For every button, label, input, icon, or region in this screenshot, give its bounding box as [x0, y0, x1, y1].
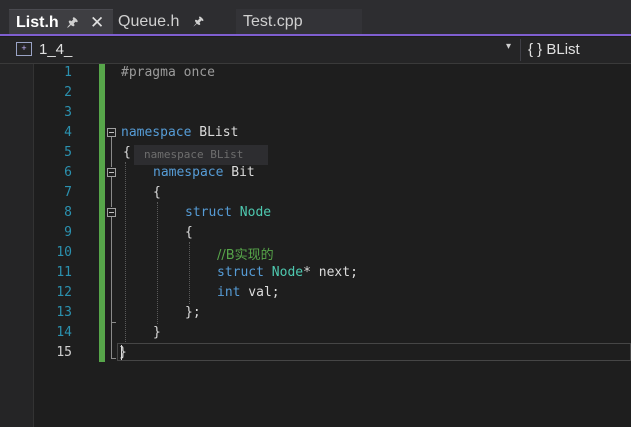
change-tracking-bar — [99, 64, 105, 362]
tab-label: Test.cpp — [243, 13, 303, 30]
divider — [520, 39, 521, 61]
keyword: namespace — [153, 165, 224, 180]
line-number: 2 — [64, 85, 72, 100]
identifier: Bit — [223, 165, 255, 180]
code-line-9: { — [185, 225, 193, 240]
identifier: val; — [240, 285, 280, 300]
code-line-12: int val; — [217, 285, 280, 300]
navigation-bar: + 1_4_ ▾ { } BList — [0, 37, 631, 64]
code-line-7: { — [153, 185, 161, 200]
outline-line — [111, 137, 112, 167]
outline-line — [111, 219, 112, 339]
project-icon: + — [16, 42, 32, 56]
code-line-10: //B实现的 — [217, 248, 274, 263]
code-line-1: #pragma once — [121, 65, 215, 80]
outline-line — [111, 177, 112, 207]
indicator-margin — [0, 64, 34, 427]
tab-test-cpp[interactable]: Test.cpp — [236, 9, 362, 34]
line-number: 3 — [64, 105, 72, 120]
outline-end — [111, 322, 116, 323]
tab-label: List.h — [16, 14, 59, 31]
line-number: 10 — [56, 245, 72, 260]
line-number: 7 — [64, 185, 72, 200]
outline-line — [111, 339, 112, 359]
project-dropdown[interactable]: 1_4_ — [39, 41, 72, 58]
line-number: 4 — [64, 125, 72, 140]
keyword: struct — [185, 205, 232, 220]
indent-guide — [157, 202, 158, 324]
line-number: 6 — [64, 165, 72, 180]
collapse-icon[interactable] — [107, 208, 116, 217]
line-number: 13 — [56, 305, 72, 320]
code-line-13: }; — [185, 305, 201, 320]
collapse-icon[interactable] — [107, 128, 116, 137]
line-number: 1 — [64, 65, 72, 80]
type-name: Node — [231, 205, 272, 220]
identifier: * next; — [303, 265, 358, 280]
line-number: 14 — [56, 325, 72, 340]
keyword: namespace — [121, 125, 192, 140]
code-line-6: namespace Bit — [153, 165, 255, 180]
code-line-4: namespace BList — [121, 125, 238, 140]
line-number: 11 — [56, 265, 72, 280]
document-tab-bar: List.h 🖈 ✕ Queue.h 🖈 Test.cpp — [0, 0, 631, 36]
type-name: Node — [263, 265, 304, 280]
current-line-highlight — [117, 343, 631, 361]
pin-icon[interactable]: 🖈 — [193, 9, 204, 34]
identifier: BList — [191, 125, 239, 140]
line-number: 9 — [64, 225, 72, 240]
outline-end — [111, 358, 116, 359]
code-line-5: { — [123, 145, 131, 160]
keyword: struct — [217, 265, 264, 280]
code-line-11: struct Node* next; — [217, 265, 358, 280]
scope-dropdown[interactable]: { } BList — [528, 41, 580, 58]
indent-guide — [189, 242, 190, 304]
tab-label: Queue.h — [118, 13, 180, 30]
tab-queue-h[interactable]: Queue.h 🖈 — [113, 9, 231, 34]
code-line-8: struct Node — [185, 205, 271, 220]
text-caret — [121, 345, 122, 360]
tab-list-h[interactable]: List.h 🖈 ✕ — [9, 9, 113, 34]
line-number: 8 — [64, 205, 72, 220]
chevron-down-icon[interactable]: ▾ — [506, 41, 511, 52]
line-number: 15 — [56, 345, 72, 360]
line-number: 5 — [64, 145, 72, 160]
close-icon[interactable]: ✕ — [90, 10, 104, 35]
code-line-14: } — [153, 325, 161, 340]
collapse-icon[interactable] — [107, 168, 116, 177]
indent-guide — [125, 162, 126, 344]
line-number: 12 — [56, 285, 72, 300]
pin-icon[interactable]: 🖈 — [67, 10, 78, 35]
scope-peek-hint: namespace BList — [134, 145, 268, 165]
keyword: int — [217, 285, 241, 300]
